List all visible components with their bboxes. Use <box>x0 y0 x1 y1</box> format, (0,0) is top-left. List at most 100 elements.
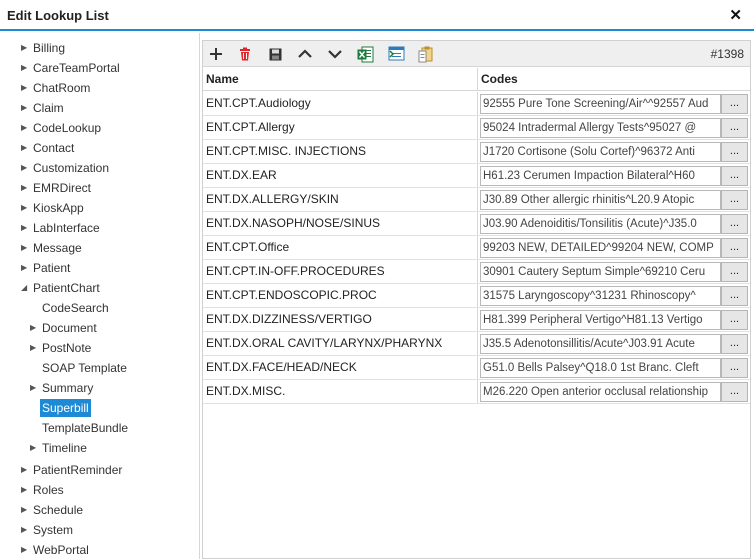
codes-ellipsis-button[interactable]: ... <box>721 286 748 306</box>
expand-arrow-icon[interactable]: ▶ <box>21 239 31 257</box>
table-row[interactable]: ENT.CPT.MISC. INJECTIONS J1720 Cortisone … <box>203 140 750 164</box>
name-cell[interactable]: ENT.DX.EAR <box>203 164 478 187</box>
table-row[interactable]: ENT.CPT.IN-OFF.PROCEDURES 30901 Cautery S… <box>203 260 750 284</box>
expand-arrow-icon[interactable]: ▶ <box>21 259 31 277</box>
tree-item[interactable]: ▶ PatientReminder <box>21 461 124 479</box>
table-row[interactable]: ENT.DX.FACE/HEAD/NECK G51.0 Bells Palsey^… <box>203 356 750 380</box>
codes-field[interactable]: J35.5 Adenotonsillitis/Acute^J03.91 Acut… <box>480 334 721 354</box>
table-row[interactable]: ENT.CPT.ENDOSCOPIC.PROC 31575 Laryngoscop… <box>203 284 750 308</box>
codes-ellipsis-button[interactable]: ... <box>721 214 748 234</box>
codes-field[interactable]: J30.89 Other allergic rhinitis^L20.9 Ato… <box>480 190 721 210</box>
table-row[interactable]: ENT.DX.MISC. M26.220 Open anterior occlus… <box>203 380 750 404</box>
expand-arrow-icon[interactable]: ▶ <box>21 139 31 157</box>
expand-arrow-icon[interactable]: ▶ <box>30 339 40 357</box>
tree-item[interactable]: ▶ PostNote <box>30 339 93 357</box>
name-cell[interactable]: ENT.CPT.Audiology <box>203 92 478 115</box>
codes-field[interactable]: J03.90 Adenoiditis/Tonsilitis (Acute)^J3… <box>480 214 721 234</box>
table-row[interactable]: ENT.DX.EAR H61.23 Cerumen Impaction Bilat… <box>203 164 750 188</box>
expand-arrow-icon[interactable]: ▶ <box>21 39 31 57</box>
tree-item[interactable]: SOAP Template <box>30 359 129 377</box>
splitter[interactable] <box>199 33 200 559</box>
name-cell[interactable]: ENT.DX.NASOPH/NOSE/SINUS <box>203 212 478 235</box>
expand-arrow-icon[interactable]: ▶ <box>30 319 40 337</box>
codes-field[interactable]: 30901 Cautery Septum Simple^69210 Ceru <box>480 262 721 282</box>
expand-arrow-icon[interactable]: ▶ <box>21 99 31 117</box>
codes-field[interactable]: 99203 NEW, DETAILED^99204 NEW, COMP <box>480 238 721 258</box>
name-cell[interactable]: ENT.DX.ALLERGY/SKIN <box>203 188 478 211</box>
name-cell[interactable]: ENT.DX.ORAL CAVITY/LARYNX/PHARYNX <box>203 332 478 355</box>
codes-ellipsis-button[interactable]: ... <box>721 382 748 402</box>
delete-icon[interactable] <box>235 44 255 64</box>
tree-item[interactable]: ▶ Customization <box>21 159 111 177</box>
name-cell[interactable]: ENT.DX.FACE/HEAD/NECK <box>203 356 478 379</box>
codes-field[interactable]: G51.0 Bells Palsey^Q18.0 1st Branc. Clef… <box>480 358 721 378</box>
expand-arrow-icon[interactable]: ▶ <box>30 379 40 397</box>
tree-item[interactable]: ▶ Roles <box>21 481 66 499</box>
close-icon[interactable]: ✕ <box>729 6 742 24</box>
codes-ellipsis-button[interactable]: ... <box>721 358 748 378</box>
codes-ellipsis-button[interactable]: ... <box>721 190 748 210</box>
expand-arrow-icon[interactable]: ▶ <box>21 501 31 519</box>
codes-ellipsis-button[interactable]: ... <box>721 94 748 114</box>
name-cell[interactable]: ENT.CPT.Allergy <box>203 116 478 139</box>
column-header-codes[interactable]: Codes <box>478 68 750 91</box>
expand-arrow-icon[interactable]: ▶ <box>21 521 31 539</box>
table-row[interactable]: ENT.CPT.Allergy 95024 Intradermal Allergy… <box>203 116 750 140</box>
excel-export-icon[interactable] <box>355 44 375 64</box>
expand-arrow-icon[interactable]: ▶ <box>21 159 31 177</box>
move-down-icon[interactable] <box>325 44 345 64</box>
expand-arrow-icon[interactable]: ▶ <box>21 219 31 237</box>
expand-arrow-icon[interactable]: ▶ <box>21 59 31 77</box>
codes-field[interactable]: 95024 Intradermal Allergy Tests^95027 @ <box>480 118 721 138</box>
tree-item[interactable]: ▶ ChatRoom <box>21 79 92 97</box>
tree-item[interactable]: ▶ Claim <box>21 99 66 117</box>
tree-item[interactable]: ▶ CareTeamPortal <box>21 59 122 77</box>
expand-arrow-icon[interactable]: ▶ <box>30 439 40 457</box>
tree-item[interactable]: ▶ Contact <box>21 139 76 157</box>
tree-item[interactable]: ▶ Billing <box>21 39 67 57</box>
table-row[interactable]: ENT.CPT.Office 99203 NEW, DETAILED^99204 … <box>203 236 750 260</box>
expand-arrow-icon[interactable]: ▶ <box>21 79 31 97</box>
clipboard-icon[interactable] <box>416 44 436 64</box>
table-row[interactable]: ENT.DX.ALLERGY/SKIN J30.89 Other allergic… <box>203 188 750 212</box>
codes-field[interactable]: 31575 Laryngoscopy^31231 Rhinoscopy^ <box>480 286 721 306</box>
tree-item[interactable]: ▶ LabInterface <box>21 219 102 237</box>
tree-item[interactable]: ▶ Schedule <box>21 501 85 519</box>
import-icon[interactable] <box>386 44 406 64</box>
tree-item[interactable]: ▶ CodeLookup <box>21 119 103 137</box>
collapse-arrow-icon[interactable]: ◢ <box>21 279 31 297</box>
codes-ellipsis-button[interactable]: ... <box>721 238 748 258</box>
name-cell[interactable]: ENT.DX.MISC. <box>203 380 478 403</box>
codes-ellipsis-button[interactable]: ... <box>721 118 748 138</box>
tree-item[interactable]: ◢ PatientChart <box>21 279 102 297</box>
expand-arrow-icon[interactable]: ▶ <box>21 119 31 137</box>
codes-ellipsis-button[interactable]: ... <box>721 310 748 330</box>
name-cell[interactable]: ENT.CPT.ENDOSCOPIC.PROC <box>203 284 478 307</box>
codes-ellipsis-button[interactable]: ... <box>721 166 748 186</box>
table-row[interactable]: ENT.DX.ORAL CAVITY/LARYNX/PHARYNX J35.5 A… <box>203 332 750 356</box>
tree-item[interactable]: ▶ Patient <box>21 259 72 277</box>
codes-field[interactable]: H61.23 Cerumen Impaction Bilateral^H60 <box>480 166 721 186</box>
tree-item[interactable]: ▶ Timeline <box>30 439 89 457</box>
table-row[interactable]: ENT.CPT.Audiology 92555 Pure Tone Screeni… <box>203 92 750 116</box>
column-header-name[interactable]: Name <box>203 68 478 91</box>
tree-item[interactable]: TemplateBundle <box>30 419 130 437</box>
tree-item[interactable]: ▶ Summary <box>30 379 95 397</box>
expand-arrow-icon[interactable]: ▶ <box>21 481 31 499</box>
tree-item[interactable]: CodeSearch <box>30 299 111 317</box>
table-row[interactable]: ENT.DX.NASOPH/NOSE/SINUS J03.90 Adenoidit… <box>203 212 750 236</box>
codes-ellipsis-button[interactable]: ... <box>721 262 748 282</box>
tree-item[interactable]: Superbill <box>30 399 91 417</box>
tree-item[interactable]: ▶ KioskApp <box>21 199 86 217</box>
name-cell[interactable]: ENT.CPT.Office <box>203 236 478 259</box>
tree-item[interactable]: ▶ WebPortal <box>21 541 91 559</box>
name-cell[interactable]: ENT.CPT.MISC. INJECTIONS <box>203 140 478 163</box>
add-icon[interactable] <box>206 44 226 64</box>
expand-arrow-icon[interactable]: ▶ <box>21 541 31 559</box>
codes-field[interactable]: H81.399 Peripheral Vertigo^H81.13 Vertig… <box>480 310 721 330</box>
codes-ellipsis-button[interactable]: ... <box>721 334 748 354</box>
move-up-icon[interactable] <box>295 44 315 64</box>
table-row[interactable]: ENT.DX.DIZZINESS/VERTIGO H81.399 Peripher… <box>203 308 750 332</box>
name-cell[interactable]: ENT.CPT.IN-OFF.PROCEDURES <box>203 260 478 283</box>
expand-arrow-icon[interactable]: ▶ <box>21 199 31 217</box>
